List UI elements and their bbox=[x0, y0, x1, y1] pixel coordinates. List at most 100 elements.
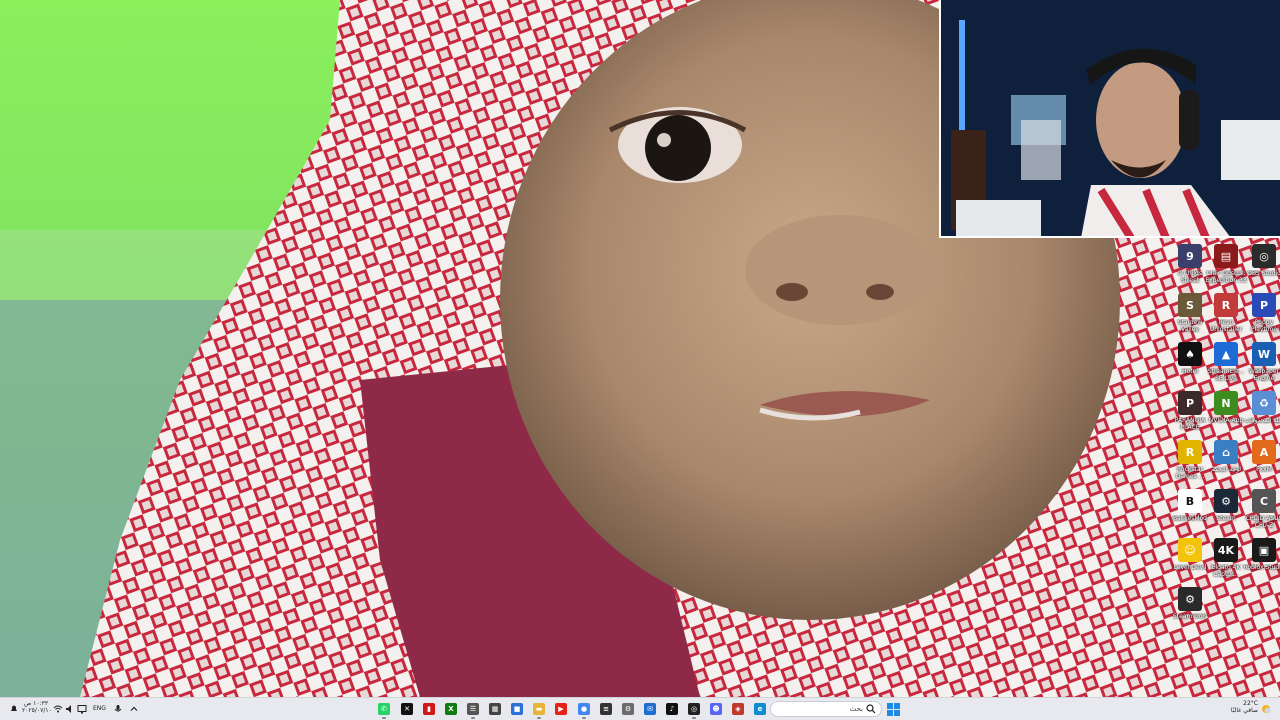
taskbar-app-obs[interactable]: ◎ bbox=[686, 701, 702, 719]
obs-icon: ◎ bbox=[688, 703, 700, 715]
desktop-shortcut[interactable]: ▲ StreamEle... SE.Live bbox=[1206, 342, 1246, 390]
desktop-shortcut-label: سلة المحذوفات bbox=[1244, 417, 1280, 424]
app-icon: ▮ bbox=[423, 703, 435, 715]
weather-sun-icon[interactable] bbox=[1258, 701, 1274, 717]
desktop-icon-grid: 99 Childs Street ▤ Clair Obscur: Expeditio… bbox=[1164, 244, 1280, 689]
desktop-shortcut[interactable]: ⌂ لوحة التحكم bbox=[1206, 440, 1246, 488]
wallpaper-engine-icon: W bbox=[1252, 342, 1276, 366]
desktop-shortcut[interactable]: ⚙ Steam bbox=[1206, 489, 1246, 537]
youtube-icon: ▶ bbox=[555, 703, 567, 715]
roblox-icon: ▣ bbox=[1252, 538, 1276, 562]
steam-icon: ⚙ bbox=[1214, 489, 1238, 513]
taskbar-app-vpn[interactable]: ◈ bbox=[730, 701, 746, 717]
files-icon: ☰ bbox=[467, 703, 479, 715]
desktop-shortcut-label: Roblox Studio bbox=[1243, 564, 1280, 571]
desktop-shortcut[interactable]: ☺ Level Devil bbox=[1170, 538, 1210, 586]
running-indicator bbox=[582, 717, 586, 719]
tiktok-icon: ♪ bbox=[666, 703, 678, 715]
game-icon: ☺ bbox=[1178, 538, 1202, 562]
taskbar-app-explorer[interactable]: ▬ bbox=[531, 701, 547, 719]
mail-icon: ✉ bbox=[644, 703, 656, 715]
taskbar-app-mail[interactable]: ✉ bbox=[642, 701, 658, 717]
taskbar-app-settings[interactable]: ⚙ bbox=[620, 701, 636, 717]
xbox-icon: X bbox=[445, 703, 457, 715]
desktop-shortcut-label: OBS Studio bbox=[1247, 270, 1280, 277]
weather-widget[interactable]: 22°C صافي غالبًا bbox=[1216, 700, 1258, 714]
weather-condition: صافي غالبًا bbox=[1230, 707, 1258, 714]
weather-temperature: 22°C bbox=[1243, 700, 1258, 707]
capcut-icon: ✕ bbox=[401, 703, 413, 715]
language-indicator[interactable]: ENG bbox=[93, 705, 106, 712]
taskbar-app-settings-app[interactable]: ▦ bbox=[487, 701, 503, 717]
gear-icon: ⚙ bbox=[622, 703, 634, 715]
taskbar-app-files[interactable]: ☰ bbox=[465, 701, 481, 719]
running-indicator bbox=[692, 717, 696, 719]
webcam-feed bbox=[941, 0, 1280, 236]
chevron-up-icon[interactable] bbox=[126, 701, 142, 717]
taskbar: ١٠:٣٣ ص ٢٠٢٥/٠٧/١٠ ENG بحث 22°C صافي غال… bbox=[0, 697, 1280, 720]
desktop-shortcut[interactable]: ♠ Hotel bbox=[1170, 342, 1210, 390]
game-icon: P bbox=[1178, 391, 1202, 415]
desktop-shortcut[interactable]: S Stardew Valley bbox=[1170, 293, 1210, 341]
desktop-shortcut[interactable]: ◎ OBS Studio bbox=[1244, 244, 1280, 292]
desktop-shortcut[interactable]: P PARANOIA PLACE bbox=[1170, 391, 1210, 439]
clock-time: ١٠:٣٣ ص bbox=[23, 700, 49, 707]
notification-bell-icon[interactable] bbox=[6, 701, 22, 717]
taskbar-app-edge[interactable]: e bbox=[752, 701, 768, 717]
game-icon: ♠ bbox=[1178, 342, 1202, 366]
taskbar-app-youtube[interactable]: ▶ bbox=[553, 701, 569, 717]
taskbar-app-red-app[interactable]: ▮ bbox=[421, 701, 437, 717]
taskbar-clock[interactable]: ١٠:٣٣ ص ٢٠٢٥/٠٧/١٠ bbox=[22, 700, 52, 714]
desktop-shortcut[interactable]: R Rockstar Games ... bbox=[1170, 440, 1210, 488]
task-manager-icon: ≡ bbox=[600, 703, 612, 715]
rockstar-icon: R bbox=[1178, 440, 1202, 464]
taskbar-search-box[interactable]: بحث bbox=[770, 701, 882, 717]
search-placeholder: بحث bbox=[849, 705, 863, 713]
microphone-icon[interactable] bbox=[110, 701, 126, 717]
taskbar-app-tiktok[interactable]: ♪ bbox=[664, 701, 680, 717]
app-icon: A bbox=[1252, 440, 1276, 464]
search-icon bbox=[866, 704, 876, 714]
archive-icon: ▤ bbox=[1214, 244, 1238, 268]
desktop-shortcut[interactable]: ▣ Roblox Studio bbox=[1243, 538, 1280, 586]
running-indicator bbox=[382, 717, 386, 719]
calculator-icon: ▦ bbox=[489, 703, 501, 715]
desktop-shortcut[interactable]: A FxxM bbox=[1244, 440, 1280, 488]
desktop-shortcut[interactable]: ⚙ SteamTools bbox=[1170, 587, 1210, 635]
uninstaller-icon: R bbox=[1214, 293, 1238, 317]
game-icon: S bbox=[1178, 293, 1202, 317]
taskbar-app-task-manager[interactable]: ≡ bbox=[598, 701, 614, 717]
taskbar-app-whatsapp[interactable]: ✆ bbox=[376, 701, 392, 719]
windows-logo-icon bbox=[886, 702, 900, 716]
elgato-icon: 4K bbox=[1214, 538, 1238, 562]
desktop-shortcut[interactable]: 4K Elgato 4K Captur... bbox=[1206, 538, 1246, 586]
whatsapp-icon: ✆ bbox=[378, 703, 390, 715]
bakkesmod-icon: B bbox=[1178, 489, 1202, 513]
taskbar-app-discord[interactable]: ☻ bbox=[708, 701, 724, 717]
desktop-shortcut[interactable]: ▤ Clair Obscur: Expedition 33 bbox=[1205, 244, 1247, 292]
taskbar-app-capcut[interactable]: ✕ bbox=[399, 701, 415, 717]
desktop-shortcut[interactable]: 99 Childs Street bbox=[1170, 244, 1210, 292]
desktop-shortcut[interactable]: P Poppy Playtime bbox=[1244, 293, 1280, 341]
display-icon[interactable] bbox=[74, 701, 90, 717]
discord-icon: ☻ bbox=[710, 703, 722, 715]
nvidia-icon: N bbox=[1214, 391, 1238, 415]
start-button[interactable] bbox=[885, 701, 901, 717]
store-icon: ■ bbox=[511, 703, 523, 715]
taskbar-app-chrome[interactable]: ● bbox=[576, 701, 592, 719]
desktop-shortcut-label: Poppy Playtime bbox=[1250, 319, 1278, 333]
shield-icon: ◈ bbox=[732, 703, 744, 715]
desktop-shortcut[interactable]: W Wallpaper Engine bbox=[1244, 342, 1280, 390]
taskbar-app-store[interactable]: ■ bbox=[509, 701, 525, 717]
desktop-shortcut[interactable]: B BakkesMod bbox=[1170, 489, 1210, 537]
clock-date: ٢٠٢٥/٠٧/١٠ bbox=[22, 707, 52, 714]
desktop-shortcut[interactable]: ♻ سلة المحذوفات bbox=[1244, 391, 1280, 439]
running-indicator bbox=[471, 717, 475, 719]
desktop-shortcut[interactable]: C CPUID ASUS CPU-Z bbox=[1244, 489, 1280, 537]
desktop-shortcut[interactable]: R Revo Uninstaller bbox=[1206, 293, 1246, 341]
game-icon: 9 bbox=[1178, 244, 1202, 268]
desktop-shortcut[interactable]: N NVIDIA App bbox=[1206, 391, 1246, 439]
game-icon: P bbox=[1252, 293, 1276, 317]
taskbar-app-xbox[interactable]: X bbox=[443, 701, 459, 717]
desktop-shortcut-label: CPUID ASUS CPU-Z bbox=[1245, 515, 1280, 529]
